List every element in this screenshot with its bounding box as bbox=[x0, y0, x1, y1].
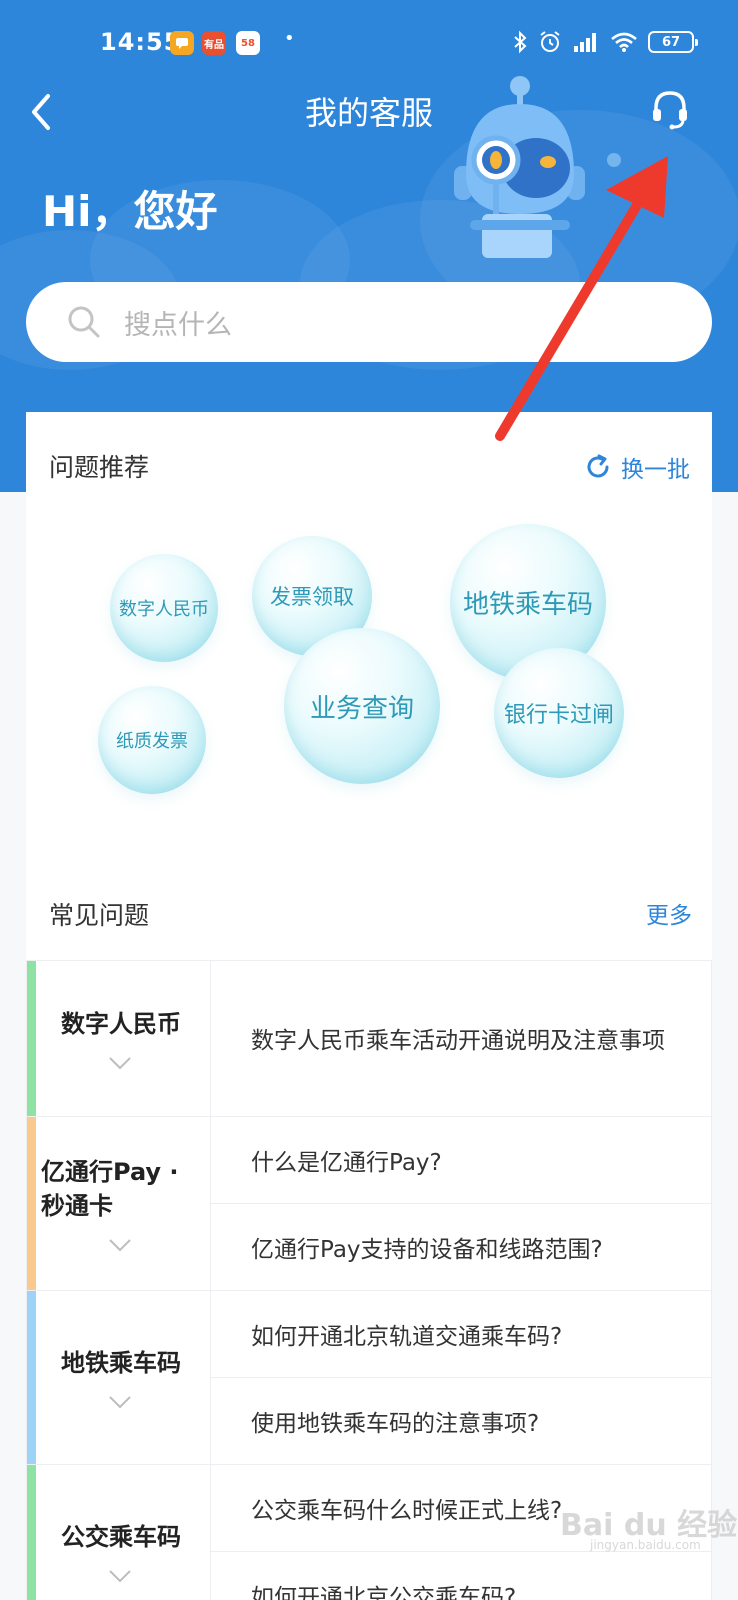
faq-group-metro-code: 地铁乘车码 如何开通北京轨道交通乘车码? 使用地铁乘车码的注意事项? bbox=[27, 1291, 711, 1465]
greeting-text: Hi，您好 bbox=[42, 187, 218, 236]
faq-question[interactable]: 如何开通北京公交乘车码? bbox=[211, 1552, 711, 1600]
faq-question[interactable]: 数字人民币乘车活动开通说明及注意事项 bbox=[211, 961, 711, 1115]
category-color-bar bbox=[27, 961, 36, 1116]
search-input[interactable]: 搜点什么 bbox=[26, 282, 712, 362]
faq-category[interactable]: 亿通行Pay · 秒通卡 bbox=[27, 1117, 211, 1290]
notification-dot: • bbox=[284, 28, 295, 49]
category-color-bar bbox=[27, 1291, 36, 1464]
bubble-paper-invoice[interactable]: 纸质发票 bbox=[98, 686, 206, 794]
search-placeholder: 搜点什么 bbox=[124, 309, 232, 341]
category-color-bar bbox=[27, 1117, 36, 1290]
faq-category-label: 地铁乘车码 bbox=[61, 1348, 181, 1377]
faq-section-title: 常见问题 bbox=[49, 901, 150, 930]
faq-question[interactable]: 使用地铁乘车码的注意事项? bbox=[211, 1378, 711, 1464]
robot-mascot-illustration bbox=[454, 76, 621, 258]
refresh-button[interactable]: 换一批 bbox=[585, 450, 690, 484]
customer-service-button[interactable] bbox=[650, 88, 690, 132]
bubble-digital-rmb[interactable]: 数字人民币 bbox=[110, 554, 218, 662]
battery-indicator: 67 bbox=[648, 31, 698, 53]
headset-icon bbox=[653, 91, 687, 130]
bubble-bank-card-gate[interactable]: 银行卡过闸 bbox=[494, 648, 624, 778]
recommended-section-title: 问题推荐 bbox=[49, 453, 150, 482]
faq-category[interactable]: 数字人民币 bbox=[27, 961, 211, 1116]
faq-question[interactable]: 亿通行Pay支持的设备和线路范围? bbox=[211, 1204, 711, 1290]
refresh-icon bbox=[587, 454, 609, 478]
wifi-icon bbox=[611, 32, 637, 52]
chevron-down-icon bbox=[109, 1238, 131, 1251]
faq-category-label: 数字人民币 bbox=[61, 1009, 181, 1038]
chevron-down-icon bbox=[109, 1056, 131, 1069]
search-icon bbox=[68, 306, 100, 338]
refresh-label: 换一批 bbox=[621, 457, 690, 483]
shop-app-icon: 有品 bbox=[202, 31, 226, 55]
category-color-bar bbox=[27, 1465, 36, 1600]
faq-question[interactable]: 如何开通北京轨道交通乘车码? bbox=[211, 1291, 711, 1378]
chevron-down-icon bbox=[109, 1569, 131, 1582]
faq-question[interactable]: 什么是亿通行Pay? bbox=[211, 1117, 711, 1204]
faq-category[interactable]: 公交乘车码 bbox=[27, 1465, 211, 1600]
58-app-icon: 58 bbox=[236, 31, 260, 55]
faq-header: 常见问题 bbox=[26, 872, 712, 960]
chevron-down-icon bbox=[109, 1395, 131, 1408]
bubble-business-query[interactable]: 业务查询 bbox=[284, 628, 440, 784]
faq-category[interactable]: 地铁乘车码 bbox=[27, 1291, 211, 1464]
watermark: Bai du 经验 jingyan.baidu.com bbox=[560, 1500, 737, 1552]
chat-app-icon bbox=[170, 31, 194, 55]
faq-group-ytx-pay: 亿通行Pay · 秒通卡 什么是亿通行Pay? 亿通行Pay支持的设备和线路范围… bbox=[27, 1117, 711, 1291]
recommended-questions-card: 问题推荐 换一批 数字人民币 发票领取 地铁乘车码 业务查询 银行卡过闸 纸质发… bbox=[26, 412, 712, 872]
bluetooth-icon bbox=[514, 30, 527, 54]
faq-more-link[interactable]: 更多 bbox=[646, 896, 692, 930]
faq-category-label: 亿通行Pay · 秒通卡 bbox=[41, 1157, 179, 1220]
faq-group-digital-rmb: 数字人民币 数字人民币乘车活动开通说明及注意事项 bbox=[27, 961, 711, 1117]
alarm-icon bbox=[540, 31, 560, 52]
signal-icon bbox=[574, 33, 596, 52]
faq-category-label: 公交乘车码 bbox=[61, 1522, 181, 1551]
